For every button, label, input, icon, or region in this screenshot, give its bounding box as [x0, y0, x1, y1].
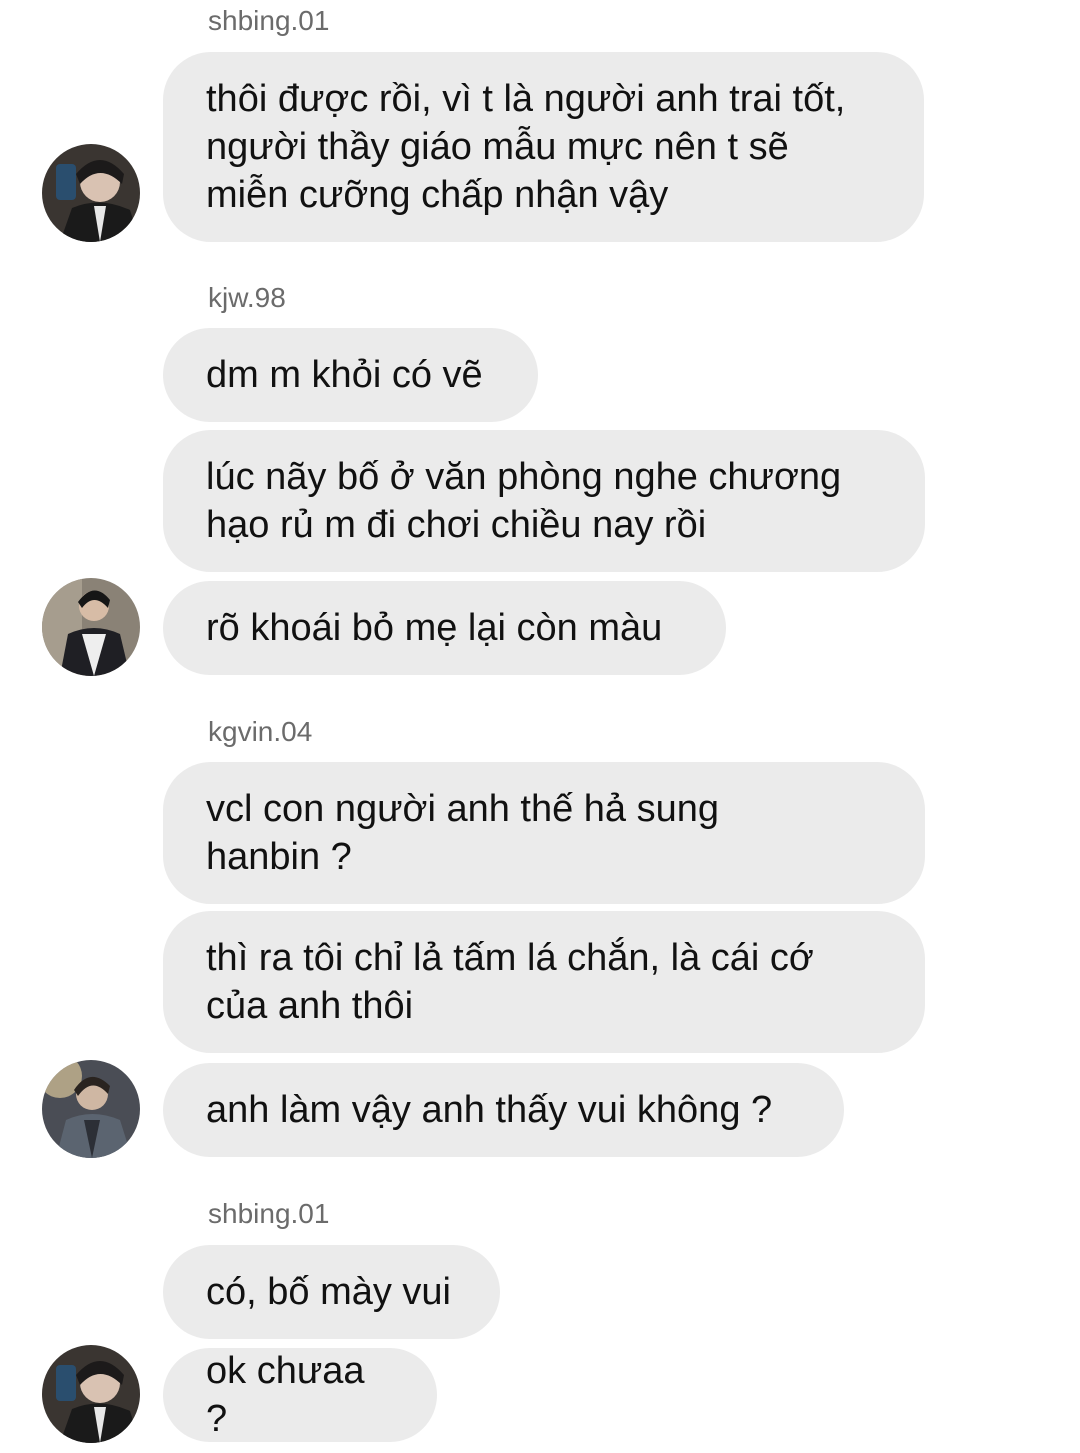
- message-bubble[interactable]: thì ra tôi chỉ lả tấm lá chắn, là cái cớ…: [163, 911, 925, 1053]
- message-bubble[interactable]: anh làm vậy anh thấy vui không ?: [163, 1063, 844, 1157]
- avatar-photo-icon: [42, 1345, 140, 1443]
- avatar-photo-icon: [42, 578, 140, 676]
- sender-name: shbing.01: [208, 5, 330, 36]
- avatar-photo-icon: [42, 144, 140, 242]
- message-bubble[interactable]: ok chưaa ?: [163, 1348, 437, 1442]
- avatar-kgvin[interactable]: [42, 1060, 140, 1158]
- message-bubble[interactable]: vcl con người anh thế hả sung hanbin ?: [163, 762, 925, 904]
- message-bubble[interactable]: thôi được rồi, vì t là người anh trai tố…: [163, 52, 924, 242]
- sender-name: shbing.01: [208, 1198, 330, 1229]
- avatar-kjw[interactable]: [42, 578, 140, 676]
- message-bubble[interactable]: lúc nãy bố ở văn phòng nghe chương hạo r…: [163, 430, 925, 572]
- avatar-shbing[interactable]: [42, 1345, 140, 1443]
- avatar-photo-icon: [42, 1060, 140, 1158]
- message-bubble[interactable]: rõ khoái bỏ mẹ lại còn màu: [163, 581, 726, 675]
- sender-name: kgvin.04: [208, 716, 313, 747]
- message-bubble[interactable]: có, bố mày vui: [163, 1245, 500, 1339]
- avatar-shbing[interactable]: [42, 144, 140, 242]
- sender-name: kjw.98: [208, 282, 286, 313]
- message-bubble[interactable]: dm m khỏi có vẽ: [163, 328, 538, 422]
